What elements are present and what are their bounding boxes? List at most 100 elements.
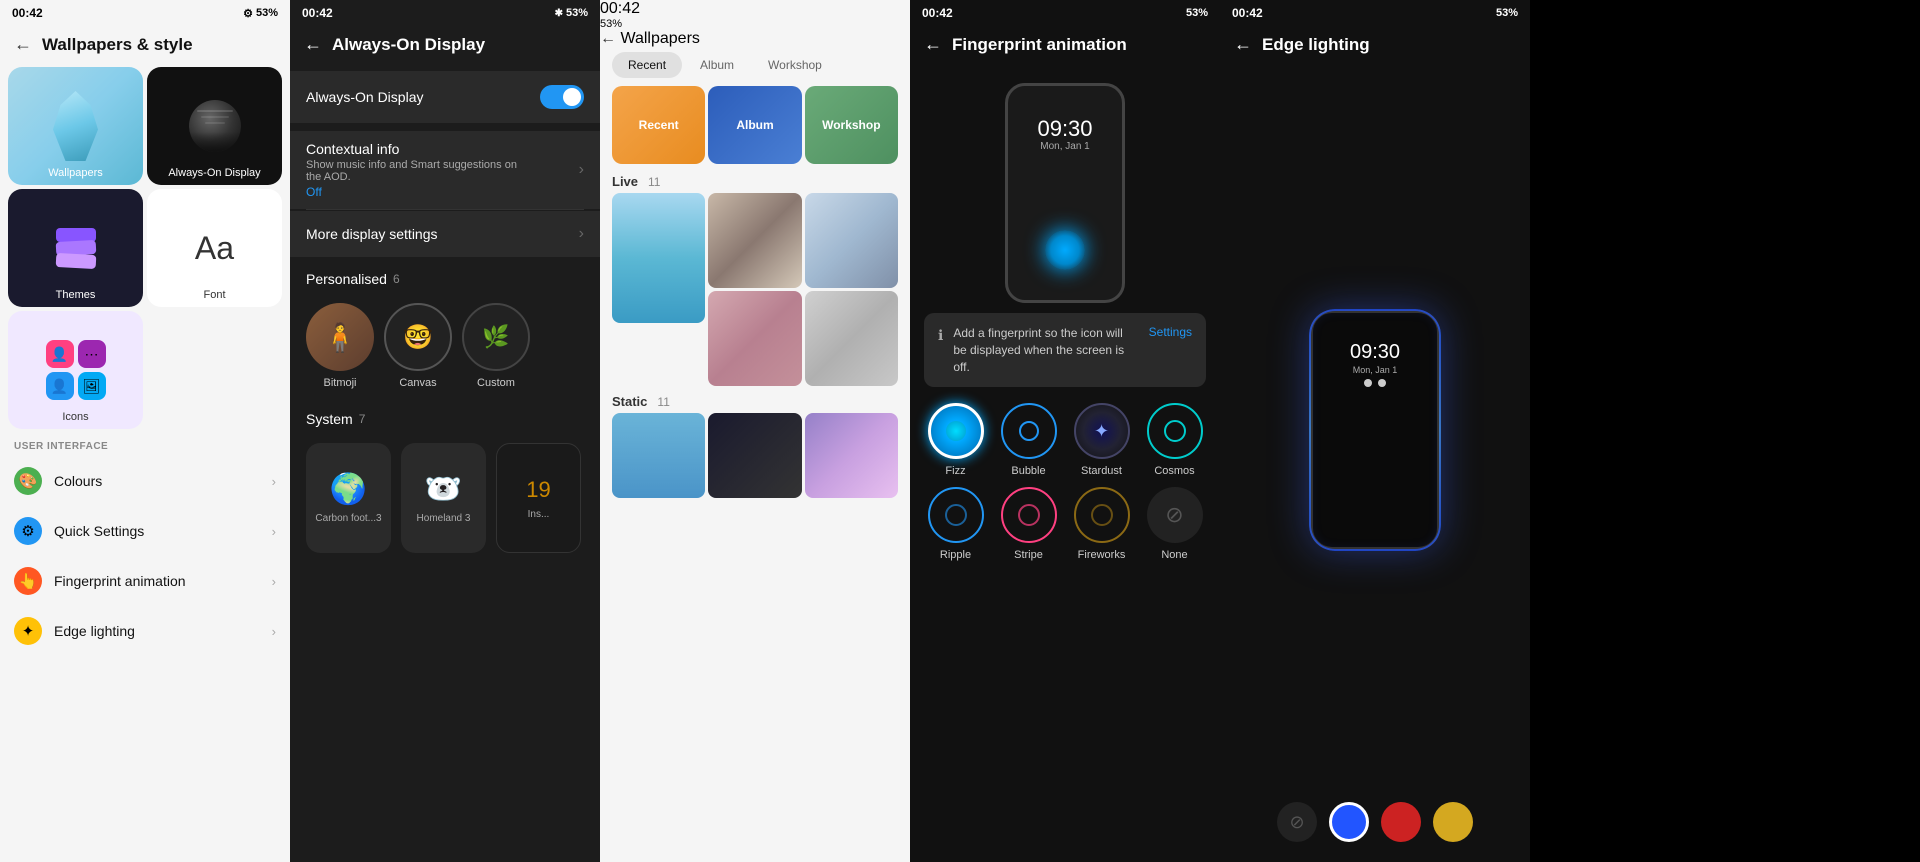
back-arrow-3[interactable]: ← [600,30,616,47]
fingerprint-chevron: › [272,574,276,589]
wp-cell-pages[interactable] [805,193,898,288]
settings-item-colours[interactable]: 🎨 Colours › [0,456,290,506]
wp-cell-blue-ice[interactable] [612,193,705,323]
fizz-label: Fizz [945,465,965,477]
wp-thumb-recent[interactable]: Recent [612,86,705,164]
grid-item-icons[interactable]: 👤 ⋯ 👤 🖼 Icons [8,311,143,429]
avatar-canvas[interactable]: 🤓 Canvas [384,303,452,389]
avatar-custom[interactable]: 🌿 Custom [462,303,530,389]
el-phone-time: 09:30 [1313,341,1437,364]
aod-toggle-row[interactable]: Always-On Display [290,71,600,123]
fp-info-icon: ℹ [938,327,943,344]
wp-cell-gray-pages[interactable] [805,291,898,386]
grid-item-themes[interactable]: Themes [8,189,143,307]
none-circle: ⊘ [1147,487,1203,543]
more-settings-row[interactable]: More display settings › [290,211,600,257]
el-color-none[interactable]: ⊘ [1277,802,1317,842]
settings-item-fingerprint[interactable]: 👆 Fingerprint animation › [0,556,290,606]
fp-tooltip-text: Add a fingerprint so the icon will be di… [953,325,1130,375]
fp-anim-ripple[interactable]: Ripple [924,487,987,561]
aod-toggle-switch[interactable] [540,85,584,109]
bt-icon: ⚙ [243,7,253,20]
fireworks-circle [1074,487,1130,543]
panel-fingerprint: 00:42 53% ← Fingerprint animation 09:30 … [910,0,1220,862]
status-icons-5: 53% [1496,7,1518,19]
stardust-label: Stardust [1081,465,1122,477]
fp-animations-grid: Fizz Bubble ✦ Stardust Cosmos Ripple [910,387,1220,569]
avatar-bitmoji[interactable]: 🧍 Bitmoji [306,303,374,389]
contextual-subtitle: Show music info and Smart suggestions on… [306,159,526,183]
el-none-circle: ⊘ [1277,802,1317,842]
wp-static-grid [600,411,910,500]
fp-anim-none[interactable]: ⊘ None [1143,487,1206,561]
tab-recent[interactable]: Recent [612,52,682,78]
system-cards: 🌍 Carbon foot...3 🐻‍❄️ Homeland 3 19 Ins… [290,435,600,561]
font-label: Font [147,289,282,301]
wp-thumb-workshop[interactable]: Workshop [805,86,898,164]
battery-2: 53% [566,7,588,19]
grid-item-wallpapers[interactable]: Wallpapers [8,67,143,185]
fp-phone-date: Mon, Jan 1 [1008,141,1122,152]
system-card-carbon[interactable]: 🌍 Carbon foot...3 [306,443,391,553]
el-color-red[interactable] [1381,802,1421,842]
wp-cell-rose[interactable] [708,291,801,386]
settings-item-quick-settings[interactable]: ⚙ Quick Settings › [0,506,290,556]
grid-item-font[interactable]: Aa Font [147,189,282,307]
tab-album[interactable]: Album [684,52,750,78]
edge-lighting-label: Edge lighting [54,623,260,639]
wp-static-2[interactable] [708,413,801,498]
fp-anim-fizz[interactable]: Fizz [924,403,987,477]
el-phone-icons [1313,379,1437,387]
system-card-ins[interactable]: 19 Ins... [496,443,581,553]
system-card-homeland[interactable]: 🐻‍❄️ Homeland 3 [401,443,486,553]
fp-anim-stripe[interactable]: Stripe [997,487,1060,561]
quick-settings-label: Quick Settings [54,523,260,539]
wp-static-3[interactable] [805,413,898,498]
page-title-3: Wallpapers [620,30,699,47]
status-icons-4: 53% [1186,7,1208,19]
system-header: System 7 [290,397,600,435]
el-preview: 09:30 Mon, Jan 1 [1220,63,1530,786]
live-section: Live 11 [600,168,910,191]
fp-glow [1045,230,1085,270]
custom-label: Custom [477,377,515,389]
fizz-inner [946,421,966,441]
wp-static-1[interactable] [612,413,705,498]
fp-anim-bubble[interactable]: Bubble [997,403,1060,477]
grid-item-aod[interactable]: Always-On Display [147,67,282,185]
homeland-label: Homeland 3 [417,513,471,524]
contextual-info-row[interactable]: Contextual info Show music info and Smar… [290,131,600,209]
colours-label: Colours [54,473,260,489]
back-arrow-5[interactable]: ← [1234,34,1252,55]
none-label: None [1161,549,1187,561]
fp-anim-fireworks[interactable]: Fireworks [1070,487,1133,561]
icon-circle-2: ⋯ [78,340,106,368]
status-icons-3: 53% [600,18,910,30]
fp-settings-link[interactable]: Settings [1149,325,1192,339]
el-color-gold[interactable] [1433,802,1473,842]
ripple-label: Ripple [940,549,971,561]
icons-label: Icons [8,411,143,423]
time-1: 00:42 [12,6,43,20]
fp-anim-cosmos[interactable]: Cosmos [1143,403,1206,477]
wp-cell-crystal[interactable] [708,193,801,288]
fireworks-label: Fireworks [1078,549,1126,561]
title-bar-3: ← Wallpapers [600,30,910,48]
back-arrow-2[interactable]: ← [304,34,322,55]
status-icons-2: ✱ 53% [555,7,588,19]
wp-thumb-album[interactable]: Album [708,86,801,164]
tab-workshop[interactable]: Workshop [752,52,838,78]
stripe-circle [1001,487,1057,543]
aod-avatars: 🧍 Bitmoji 🤓 Canvas 🌿 Custom [290,295,600,397]
el-colors: ⊘ [1220,786,1530,862]
system-label: System [306,411,353,427]
back-arrow-1[interactable]: ← [14,34,32,55]
settings-item-edge-lighting[interactable]: ✦ Edge lighting › [0,606,290,656]
fp-anim-stardust[interactable]: ✦ Stardust [1070,403,1133,477]
recent-label: Recent [639,118,679,132]
time-4: 00:42 [922,6,953,20]
el-color-blue[interactable] [1329,802,1369,842]
ins-icon: 19 [526,477,550,503]
aod-label: Always-On Display [147,167,282,179]
back-arrow-4[interactable]: ← [924,34,942,55]
